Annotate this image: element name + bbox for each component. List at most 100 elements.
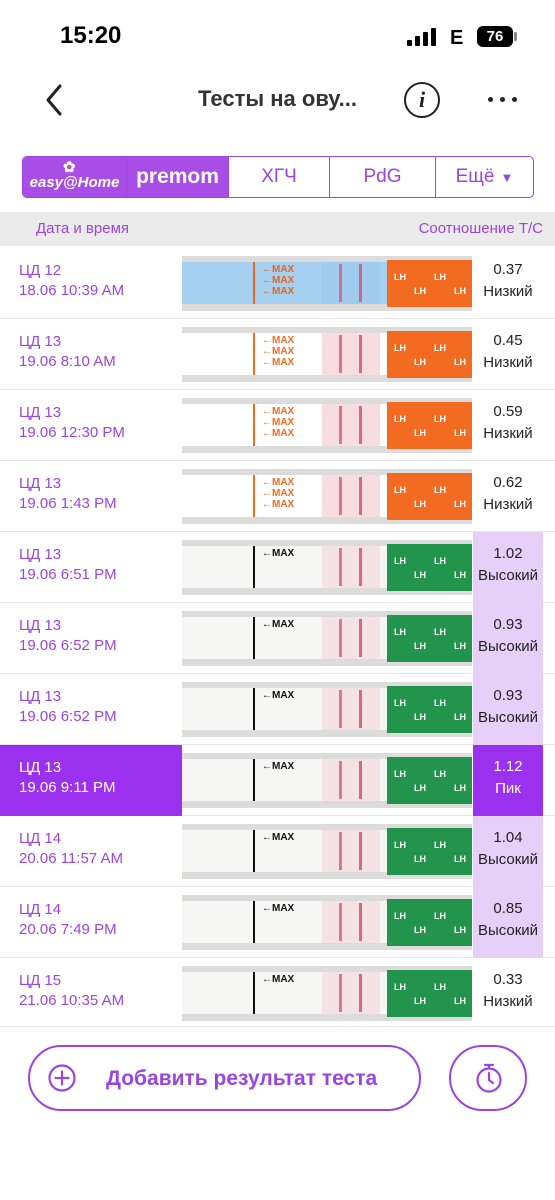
strip-lh-label: LH — [414, 570, 426, 580]
strip-lh-label: LH — [454, 641, 466, 651]
test-row[interactable]: ЦД 13 19.06 6:52 PM ←MAX←MAX←MAXLHLHLHLH… — [0, 674, 555, 745]
strip-max-label: ←MAX — [262, 428, 295, 439]
test-strip-image[interactable]: ←MAX←MAX←MAXLHLHLHLH — [182, 327, 472, 382]
network-type: E — [450, 27, 464, 49]
strip-graphic: ←MAX←MAX←MAXLHLHLHLH — [182, 327, 472, 382]
strip-lh-label: LH — [454, 783, 466, 793]
tab-hcg[interactable]: ХГЧ — [229, 157, 330, 197]
ratio-level: Высокий — [477, 922, 539, 939]
strip-lh-label: LH — [434, 414, 446, 424]
tab-premom[interactable]: premom — [127, 157, 229, 197]
cycle-day: ЦД 12 — [19, 262, 62, 279]
strip-lh-label: LH — [454, 854, 466, 864]
ratio-cell: 0.37 Низкий — [473, 248, 543, 319]
strip-graphic: ←MAX←MAX←MAXLHLHLHLH — [182, 753, 472, 808]
more-horizontal-icon[interactable] — [482, 84, 522, 114]
test-row[interactable]: ЦД 14 20.06 11:57 AM ←MAX←MAX←MAXLHLHLHL… — [0, 816, 555, 887]
strip-lh-label: LH — [394, 485, 406, 495]
strip-max-label: ←MAX — [262, 357, 295, 368]
test-row[interactable]: ЦД 13 19.06 12:30 PM ←MAX ←MAX ←MAX LH LH LH L… — [0, 390, 555, 461]
test-datetime: 19.06 1:43 PM — [19, 495, 117, 512]
ratio-value: 0.93 — [493, 616, 523, 633]
strip-lh-label: LH — [394, 698, 406, 708]
strip-lh-label: LH — [454, 357, 466, 367]
ratio-value: 0.62 — [493, 474, 523, 491]
test-row[interactable]: ЦД 13 19.06 6:52 PM ←MAX←MAX←MAXLHLHLHLH… — [0, 603, 555, 674]
strip-lh-label: LH — [434, 698, 446, 708]
strip-max-label: ←MAX — [262, 335, 295, 346]
test-row[interactable]: ЦД 13 19.06 8:10 AM ←MAX ←MAX ←MAX LH LH LH LH… — [0, 319, 555, 390]
strip-lh-label: LH — [414, 357, 426, 367]
test-datetime: 19.06 6:51 PM — [19, 566, 117, 583]
test-row[interactable]: ЦД 14 20.06 7:49 PM ←MAX←MAX←MAXLHLHLHLH… — [0, 887, 555, 958]
strip-max-label: ←MAX — [262, 406, 295, 417]
tab-more[interactable]: Ещё ▼ — [436, 157, 533, 197]
strip-lh-label: LH — [434, 769, 446, 779]
test-row[interactable]: ЦД 12 18.06 10:39 AM ←MAX ←MAX ←MAX LH LH LH L… — [0, 248, 555, 319]
cycle-day: ЦД 13 — [19, 333, 62, 350]
test-strip-image[interactable]: ←MAX←MAX←MAXLHLHLHLH — [182, 824, 472, 879]
tab-pdg[interactable]: PdG — [330, 157, 436, 197]
ratio-level: Высокий — [477, 567, 539, 584]
test-datetime: 19.06 12:30 PM — [19, 424, 125, 441]
strip-lh-label: LH — [394, 343, 406, 353]
battery-icon: 76 — [477, 26, 513, 47]
chevron-left-icon[interactable] — [36, 80, 76, 120]
test-row[interactable]: ЦД 13 19.06 1:43 PM ←MAX ←MAX ←MAX LH LH LH LH… — [0, 461, 555, 532]
test-strip-image[interactable]: ←MAX←MAX←MAXLHLHLHLH — [182, 682, 472, 737]
ratio-value: 1.12 — [493, 758, 523, 775]
ratio-value: 0.45 — [493, 332, 523, 349]
strip-max-label: ←MAX — [262, 275, 295, 286]
ratio-level: Низкий — [483, 354, 533, 371]
test-row[interactable]: ЦД 15 21.06 10:35 AM ←MAX←MAX←MAXLHLHLHL… — [0, 958, 555, 1029]
strip-lh-label: LH — [414, 925, 426, 935]
ratio-cell: 0.45 Низкий — [473, 319, 543, 390]
test-strip-image[interactable]: ←MAX←MAX←MAXLHLHLHLH — [182, 966, 472, 1021]
test-strip-image[interactable]: ←MAX←MAX←MAXLHLHLHLH — [182, 256, 472, 311]
tab-hcg-label: ХГЧ — [261, 166, 297, 187]
test-strip-image[interactable]: ←MAX←MAX←MAXLHLHLHLH — [182, 611, 472, 666]
strip-lh-label: LH — [414, 854, 426, 864]
strip-lh-label: LH — [434, 272, 446, 282]
test-datetime: 19.06 8:10 AM — [19, 353, 116, 370]
test-datetime: 19.06 6:52 PM — [19, 708, 117, 725]
test-strip-image[interactable]: ←MAX←MAX←MAXLHLHLHLH — [182, 753, 472, 808]
ratio-value: 0.37 — [493, 261, 523, 278]
strip-graphic: ←MAX←MAX←MAXLHLHLHLH — [182, 682, 472, 737]
tab-premom-label: premom — [136, 165, 219, 188]
strip-graphic: ←MAX←MAX←MAXLHLHLHLH — [182, 824, 472, 879]
timer-button[interactable] — [449, 1045, 527, 1111]
ratio-level: Низкий — [483, 283, 533, 300]
signal-icon — [407, 28, 437, 46]
test-row[interactable]: ЦД 13 19.06 6:51 PM ←MAX←MAX←MAXLHLHLHLH… — [0, 532, 555, 603]
strip-max-label: ←MAX — [262, 832, 295, 843]
tab-easy-home[interactable]: ✿ easy@Home — [23, 157, 127, 197]
strip-graphic: ←MAX←MAX←MAXLHLHLHLH — [182, 966, 472, 1021]
strip-lh-label: LH — [414, 783, 426, 793]
strip-lh-label: LH — [414, 996, 426, 1006]
nav-bar: Тесты на ову... i — [0, 70, 555, 130]
strip-lh-label: LH — [434, 840, 446, 850]
strip-max-label: ←MAX — [262, 761, 295, 772]
strip-lh-label: LH — [394, 911, 406, 921]
ratio-cell: 0.85 Высокий — [473, 887, 543, 958]
info-icon[interactable]: i — [404, 82, 440, 118]
strip-lh-label: LH — [394, 982, 406, 992]
test-row[interactable]: ЦД 13 19.06 9:11 PM ←MAX←MAX←MAXLHLHLHLH… — [0, 745, 555, 816]
cycle-day: ЦД 13 — [19, 759, 62, 776]
test-strip-image[interactable]: ←MAX←MAX←MAXLHLHLHLH — [182, 469, 472, 524]
ratio-value: 1.04 — [493, 829, 523, 846]
bottom-divider — [0, 1026, 555, 1027]
strip-max-label: ←MAX — [262, 690, 295, 701]
strip-lh-label: LH — [434, 911, 446, 921]
strip-max-label: ←MAX — [262, 346, 295, 357]
test-strip-image[interactable]: ←MAX←MAX←MAXLHLHLHLH — [182, 895, 472, 950]
test-strip-image[interactable]: ←MAX←MAX←MAXLHLHLHLH — [182, 540, 472, 595]
test-strip-image[interactable]: ←MAX←MAX←MAXLHLHLHLH — [182, 398, 472, 453]
strip-graphic: ←MAX←MAX←MAXLHLHLHLH — [182, 540, 472, 595]
tab-more-label: Ещё — [455, 166, 495, 187]
add-test-result-button[interactable]: Добавить результат теста — [28, 1045, 421, 1111]
ratio-level: Высокий — [477, 638, 539, 655]
strip-max-label: ←MAX — [262, 619, 295, 630]
strip-max-label: ←MAX — [262, 903, 295, 914]
